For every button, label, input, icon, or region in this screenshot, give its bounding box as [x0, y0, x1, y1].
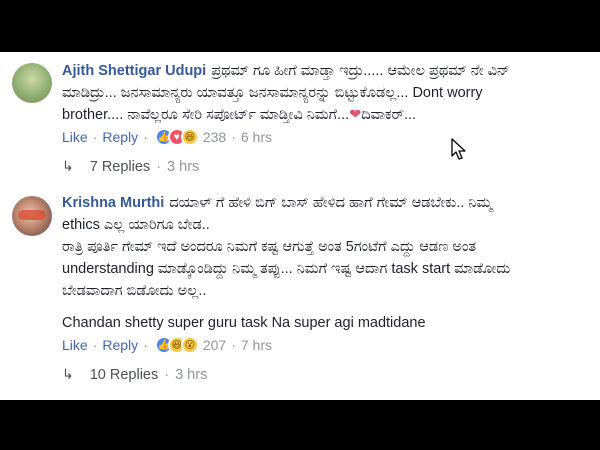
separator-dot: ·	[156, 158, 162, 175]
separator-dot: ·	[164, 366, 170, 383]
separator-dot: ·	[143, 337, 148, 353]
view-replies[interactable]: ↳ 10 Replies · 3 hrs	[62, 366, 207, 383]
reactions[interactable]: 👍 ♥ 😆	[154, 128, 199, 146]
reaction-count[interactable]: 238	[203, 129, 226, 145]
replies-time: 3 hrs	[175, 366, 208, 383]
timestamp[interactable]: 7 hrs	[241, 337, 272, 353]
comment-thread: Ajith Shettigar Udupi ಪ್ರಥಮ್ ಗೂ ಹೀಗೆ ಮಾಡ್…	[0, 52, 600, 400]
timestamp[interactable]: 6 hrs	[241, 129, 272, 145]
comment-text-line: Chandan shetty super guru task Na super …	[62, 315, 426, 331]
reply-arrow-icon: ↳	[62, 366, 74, 382]
replies-count[interactable]: 10 Replies	[90, 367, 159, 383]
separator-dot: ·	[231, 129, 236, 145]
replies-count[interactable]: 7 Replies	[90, 159, 150, 175]
reaction-count[interactable]: 207	[203, 337, 226, 353]
reactions[interactable]: 👍 😆 😮	[154, 336, 199, 354]
mouse-pointer-icon	[451, 138, 466, 160]
comment-text-line: ಮಾಡಿದ್ರು... ಜನಸಾಮಾನ್ಯರು ಯಾವತ್ತೂ ಜನಸಾಮಾನ್…	[62, 85, 483, 101]
avatar[interactable]	[12, 63, 52, 103]
separator-dot: ·	[143, 129, 148, 145]
comment-text-line: understanding ಮಾಡ್ಕೊಂಡಿದ್ದು ನಿಮ್ಮ ತಪ್ಪು.…	[62, 261, 511, 277]
wow-reaction-icon: 😮	[180, 336, 199, 354]
comment-text-line: Krishna Murthi ದಯಾಳ್ ಗೆ ಹೇಳಿ ಬಿಗ್ ಬಾಸ್ ಹೇ…	[62, 195, 493, 211]
reply-arrow-icon: ↳	[62, 158, 74, 174]
comment-author[interactable]: Ajith Shettigar Udupi	[62, 63, 206, 79]
comment-text-line: ethics ಎಲ್ಲ ಯಾರಿಗೂ ಬೇಡ..	[62, 217, 210, 233]
comment-author[interactable]: Krishna Murthi	[62, 195, 164, 211]
haha-reaction-icon: 😆	[180, 128, 199, 146]
heart-emoji-icon: ❤	[349, 107, 362, 123]
avatar[interactable]	[12, 196, 52, 236]
comment-text-line: brother.... ನಾವೆಲ್ಲರೂ ಸೇರಿ ಸಪೋರ್ಟ್ ಮಾಡ್ತ…	[62, 107, 417, 123]
reply-button[interactable]: Reply	[102, 129, 138, 145]
comment-actions: Like · Reply · 👍 ♥ 😆 238 · 6 hrs	[62, 128, 272, 146]
like-button[interactable]: Like	[62, 337, 88, 353]
comment-text-line: ಬೇಡವಾದಾಗ ಬಿಡೋದು ಅಲ್ಲ..	[62, 283, 207, 299]
comment-actions: Like · Reply · 👍 😆 😮 207 · 7 hrs	[62, 336, 272, 354]
separator-dot: ·	[92, 337, 98, 353]
like-button[interactable]: Like	[62, 129, 88, 145]
comment-text-line: ರಾತ್ರಿ ಪೂರ್ತಿ ಗೇಮ್ ಇದೆ ಅಂದರೂ ನಿಮಗೆ ಕಷ್ಟ …	[62, 239, 477, 255]
view-replies[interactable]: ↳ 7 Replies · 3 hrs	[62, 158, 199, 175]
reply-button[interactable]: Reply	[102, 337, 138, 353]
separator-dot: ·	[92, 129, 98, 145]
separator-dot: ·	[231, 337, 236, 353]
replies-time: 3 hrs	[167, 158, 200, 175]
comment-text-line: Ajith Shettigar Udupi ಪ್ರಥಮ್ ಗೂ ಹೀಗೆ ಮಾಡ್…	[62, 63, 510, 79]
